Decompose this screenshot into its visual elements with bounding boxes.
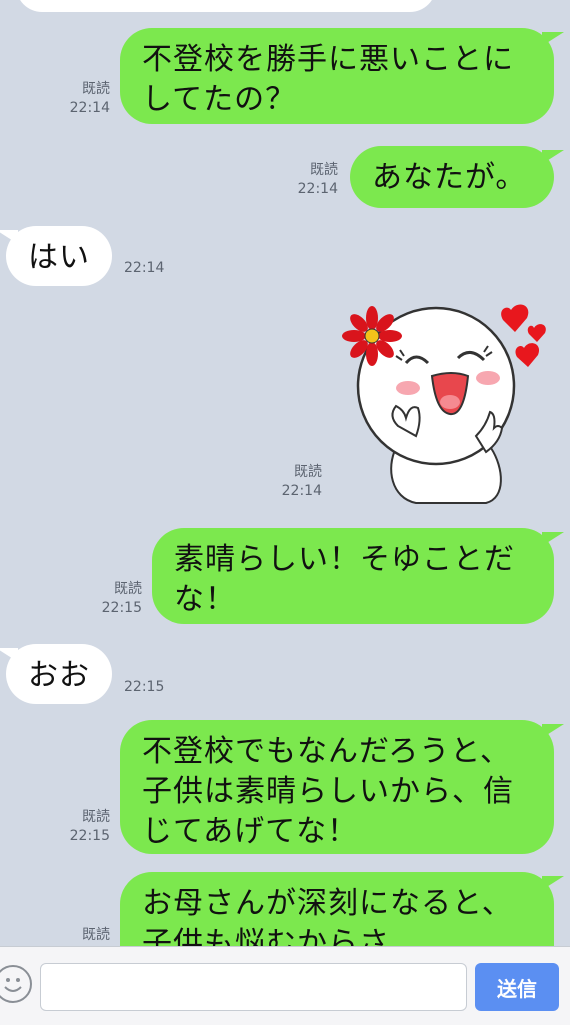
message-bubble-incoming[interactable]: おお: [0, 644, 112, 704]
message-meta: 既読 22:14: [60, 80, 110, 118]
emoji-icon[interactable]: [0, 965, 32, 1003]
message-bubble-outgoing[interactable]: 不登校でもなんだろうと、 子供は素晴らしいから、信 じてあげてな！: [120, 720, 564, 854]
sticker-smiling-character[interactable]: [336, 298, 556, 508]
message-bubble-outgoing[interactable]: あなたが。: [350, 146, 564, 208]
read-receipt: 既読: [82, 927, 110, 943]
read-receipt: 既読: [82, 81, 110, 97]
message-time: 22:15: [124, 679, 165, 695]
message-meta: 既読 22:15: [92, 580, 142, 618]
message-time: 22:15: [69, 828, 110, 844]
message-time: 22:14: [297, 181, 338, 197]
message-bubble-incoming[interactable]: はい: [0, 226, 112, 286]
message-meta: 既読 22:14: [272, 463, 322, 501]
read-receipt: 既読: [294, 464, 322, 480]
chat-area[interactable]: 既読 22:14 不登校を勝手に悪いことに してたの？ 既読 22:14 あなた…: [0, 0, 570, 946]
heart-icon: [515, 343, 540, 367]
message-input[interactable]: [40, 963, 467, 1011]
read-receipt: 既読: [82, 809, 110, 825]
message-input-bar: 送信: [0, 946, 570, 1025]
read-receipt: 既読: [114, 581, 142, 597]
message-meta: 既読: [60, 926, 110, 945]
message-meta: 既読 22:14: [288, 161, 338, 199]
message-time: 22:14: [69, 100, 110, 116]
message-time: 22:15: [101, 600, 142, 616]
message-bubble-outgoing[interactable]: お母さんが深刻になると、 子供も悩むからさ、、: [120, 872, 564, 946]
message-time: 22:14: [124, 260, 165, 276]
message-bubble-partial: [16, 0, 436, 12]
message-bubble-outgoing[interactable]: 不登校を勝手に悪いことに してたの？: [120, 28, 564, 124]
message-time: 22:14: [281, 483, 322, 499]
send-button[interactable]: 送信: [475, 963, 559, 1011]
read-receipt: 既読: [310, 162, 338, 178]
message-bubble-outgoing[interactable]: 素晴らしい！そゆことだ な！: [152, 528, 564, 624]
heart-icon: [501, 304, 529, 332]
heart-icon: [527, 324, 546, 342]
message-meta: 既読 22:15: [60, 808, 110, 846]
